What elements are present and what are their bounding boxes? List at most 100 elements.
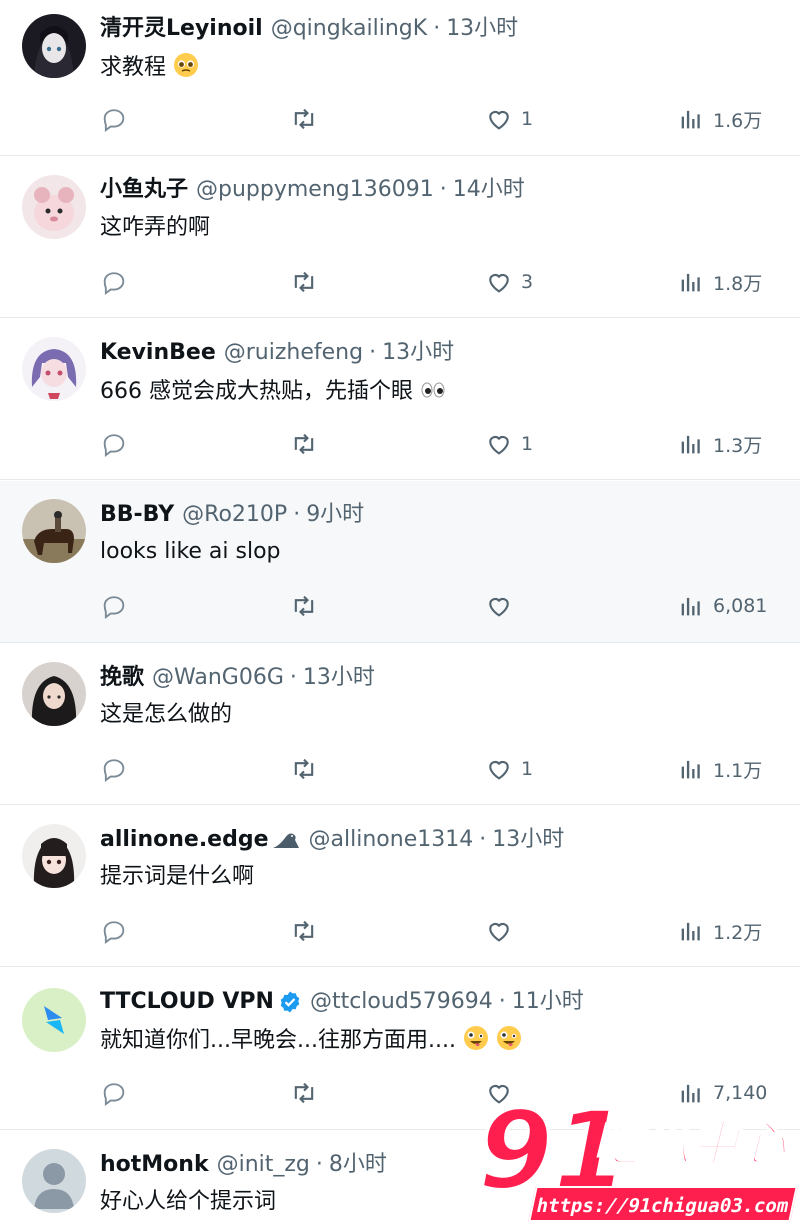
reply-post[interactable]: 挽歌 @WanG06G · 13小时 这是怎么做的 1 1.1万	[0, 644, 800, 805]
heart-icon	[489, 760, 509, 780]
display-name[interactable]: BB-BY	[100, 501, 174, 529]
avatar[interactable]	[22, 824, 86, 888]
reply-icon	[103, 759, 125, 782]
like-count: 1	[521, 758, 534, 780]
retweet-button[interactable]	[290, 267, 326, 297]
reply-post[interactable]: allinone.edge @allinone1314 · 13小时 提示词是什…	[0, 806, 800, 967]
display-name[interactable]: 挽歌	[100, 664, 144, 692]
post-text: 就知道你们...早晚会...往那方面用....	[100, 1025, 522, 1055]
post-time[interactable]: 13小时	[303, 664, 375, 692]
views-chart-icon	[681, 110, 700, 129]
post-time[interactable]: 8小时	[329, 1151, 387, 1179]
reply-icon	[103, 1083, 125, 1106]
reply-button[interactable]	[100, 591, 136, 621]
default-person-icon	[22, 1149, 86, 1213]
display-name[interactable]: allinone.edge	[100, 826, 269, 854]
reply-button[interactable]	[100, 916, 136, 946]
display-name[interactable]: TTCLOUD VPN	[100, 988, 274, 1016]
retweet-button[interactable]	[290, 104, 326, 134]
separator-dot: ·	[315, 1152, 323, 1177]
like-button[interactable]: 1	[485, 754, 533, 784]
like-button[interactable]: 1	[485, 429, 533, 459]
user-handle[interactable]: @ruizhefeng	[224, 339, 363, 367]
post-header: TTCLOUD VPN @ttcloud579694 · 11小时	[100, 988, 584, 1016]
post-header: allinone.edge @allinone1314 · 13小时	[100, 826, 564, 854]
display-name[interactable]: 清开灵Leyinoil	[100, 15, 263, 43]
reply-button[interactable]	[100, 1078, 136, 1108]
post-header: BB-BY @Ro210P · 9小时	[100, 501, 364, 529]
like-count: 1	[521, 108, 534, 130]
heart-icon	[489, 597, 509, 617]
views-button[interactable]: 1.3万	[677, 429, 762, 459]
retweet-button[interactable]	[290, 591, 326, 621]
reply-post[interactable]: BB-BY @Ro210P · 9小时 looks like ai slop 6…	[0, 481, 800, 643]
retweet-icon	[294, 1082, 314, 1104]
heart-icon	[489, 273, 509, 293]
display-name[interactable]: KevinBee	[100, 339, 216, 367]
avatar[interactable]	[22, 175, 86, 239]
views-count: 1.6万	[713, 109, 763, 132]
avatar[interactable]	[22, 14, 86, 78]
post-actions: 1 1.6万	[100, 104, 770, 134]
views-button[interactable]: 6,081	[677, 591, 767, 621]
views-button[interactable]: 1.6万	[677, 104, 762, 134]
user-handle[interactable]: @Ro210P	[182, 501, 287, 529]
reply-button[interactable]	[100, 267, 136, 297]
views-button[interactable]: 1.2万	[677, 916, 762, 946]
user-handle[interactable]: @qingkailingK	[271, 15, 428, 43]
views-count: 1.3万	[713, 434, 763, 457]
user-handle[interactable]: @WanG06G	[152, 664, 284, 692]
reply-button[interactable]	[100, 429, 136, 459]
like-button[interactable]: 1	[485, 104, 533, 134]
post-text-content: 666 感觉会成大热贴，先插个眼	[100, 379, 413, 404]
views-chart-icon	[681, 273, 700, 292]
avatar[interactable]	[22, 337, 86, 401]
like-button[interactable]: 3	[485, 267, 533, 297]
retweet-button[interactable]	[290, 754, 326, 784]
like-button[interactable]	[485, 591, 521, 621]
post-header: hotMonk @init_zg · 8小时	[100, 1151, 387, 1179]
post-header: KevinBee @ruizhefeng · 13小时	[100, 339, 454, 367]
separator-dot: ·	[439, 177, 447, 202]
user-handle[interactable]: @allinone1314	[309, 826, 474, 854]
post-actions: 6,081	[100, 591, 770, 621]
views-button[interactable]: 1.8万	[677, 267, 762, 297]
display-name[interactable]: 小鱼丸子	[100, 176, 188, 204]
retweet-button[interactable]	[290, 1078, 326, 1108]
avatar[interactable]	[22, 1149, 86, 1213]
avatar[interactable]	[22, 988, 86, 1052]
user-handle[interactable]: @init_zg	[217, 1151, 310, 1179]
reply-post[interactable]: 清开灵Leyinoil @qingkailingK · 13小时 求教程 1 1…	[0, 0, 800, 156]
post-text: 好心人给个提示词	[100, 1188, 276, 1216]
post-time[interactable]: 13小时	[492, 826, 564, 854]
separator-dot: ·	[433, 16, 441, 41]
user-handle[interactable]: @puppymeng136091	[196, 176, 434, 204]
post-time[interactable]: 9小时	[306, 501, 364, 529]
retweet-button[interactable]	[290, 429, 326, 459]
avatar[interactable]	[22, 662, 86, 726]
heart-icon	[489, 922, 509, 942]
retweet-button[interactable]	[290, 916, 326, 946]
zany-face-emoji	[496, 1025, 522, 1051]
post-text-content: 提示词是什么啊	[100, 864, 255, 889]
views-chart-icon	[681, 922, 700, 941]
reply-post[interactable]: 小鱼丸子 @puppymeng136091 · 14小时 这咋弄的啊 3 1.8…	[0, 157, 800, 318]
reply-button[interactable]	[100, 104, 136, 134]
reply-icon	[103, 272, 125, 295]
post-time[interactable]: 13小时	[446, 15, 518, 43]
post-time[interactable]: 11小时	[512, 988, 584, 1016]
reply-icon	[103, 109, 125, 132]
reply-icon	[103, 434, 125, 457]
reply-post[interactable]: KevinBee @ruizhefeng · 13小时 666 感觉会成大热贴，…	[0, 319, 800, 480]
views-button[interactable]: 1.1万	[677, 754, 762, 784]
views-chart-icon	[681, 597, 700, 616]
like-button[interactable]	[485, 916, 521, 946]
post-time[interactable]: 14小时	[453, 176, 525, 204]
avatar[interactable]	[22, 499, 86, 563]
post-text: 提示词是什么啊	[100, 863, 254, 891]
separator-dot: ·	[498, 989, 506, 1014]
post-time[interactable]: 13小时	[382, 339, 454, 367]
user-handle[interactable]: @ttcloud579694	[310, 988, 493, 1016]
display-name[interactable]: hotMonk	[100, 1151, 209, 1179]
reply-button[interactable]	[100, 754, 136, 784]
